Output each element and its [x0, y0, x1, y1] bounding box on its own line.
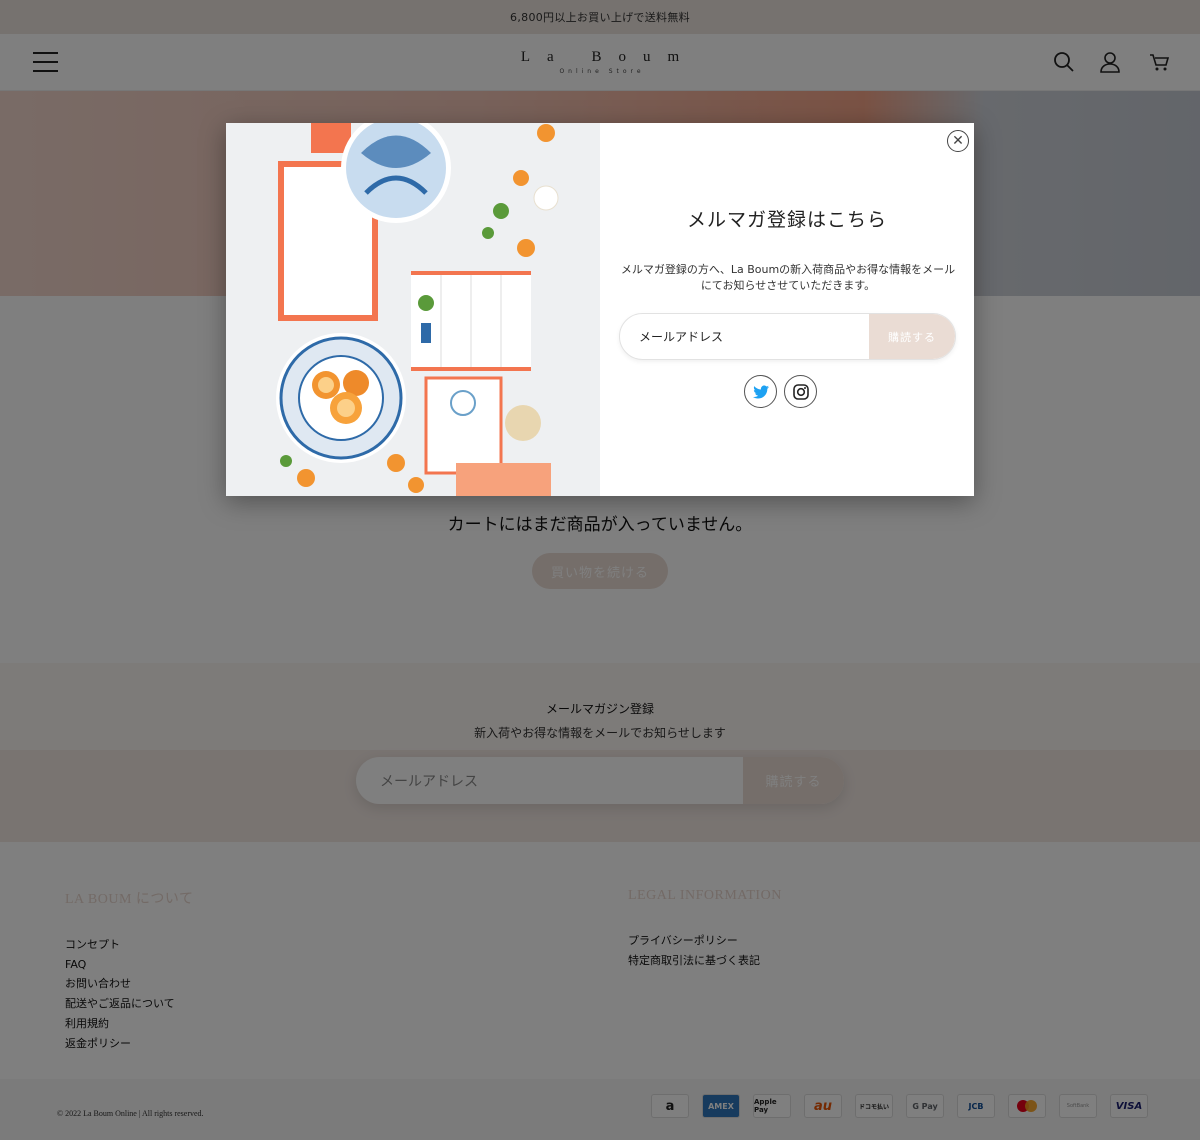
social-links	[744, 375, 817, 408]
popup-email-input[interactable]: メールアドレス	[620, 314, 869, 359]
close-icon[interactable]: ✕	[947, 130, 969, 152]
twitter-icon[interactable]	[744, 375, 777, 408]
popup-description: メルマガ登録の方へ、La Boumの新入荷商品やお得な情報をメールにてお知らせさ…	[620, 263, 956, 292]
popup-title: メルマガ登録はこちら	[686, 209, 887, 231]
popup-subscribe-button[interactable]: 購読する	[869, 314, 955, 359]
popup-image	[226, 123, 600, 496]
instagram-icon[interactable]	[784, 375, 817, 408]
popup-content: ✕ メルマガ登録はこちら メルマガ登録の方へ、La Boumの新入荷商品やお得な…	[600, 123, 974, 496]
newsletter-popup: ✕ メルマガ登録はこちら メルマガ登録の方へ、La Boumの新入荷商品やお得な…	[226, 123, 974, 496]
popup-form: メールアドレス 購読する	[619, 313, 956, 360]
